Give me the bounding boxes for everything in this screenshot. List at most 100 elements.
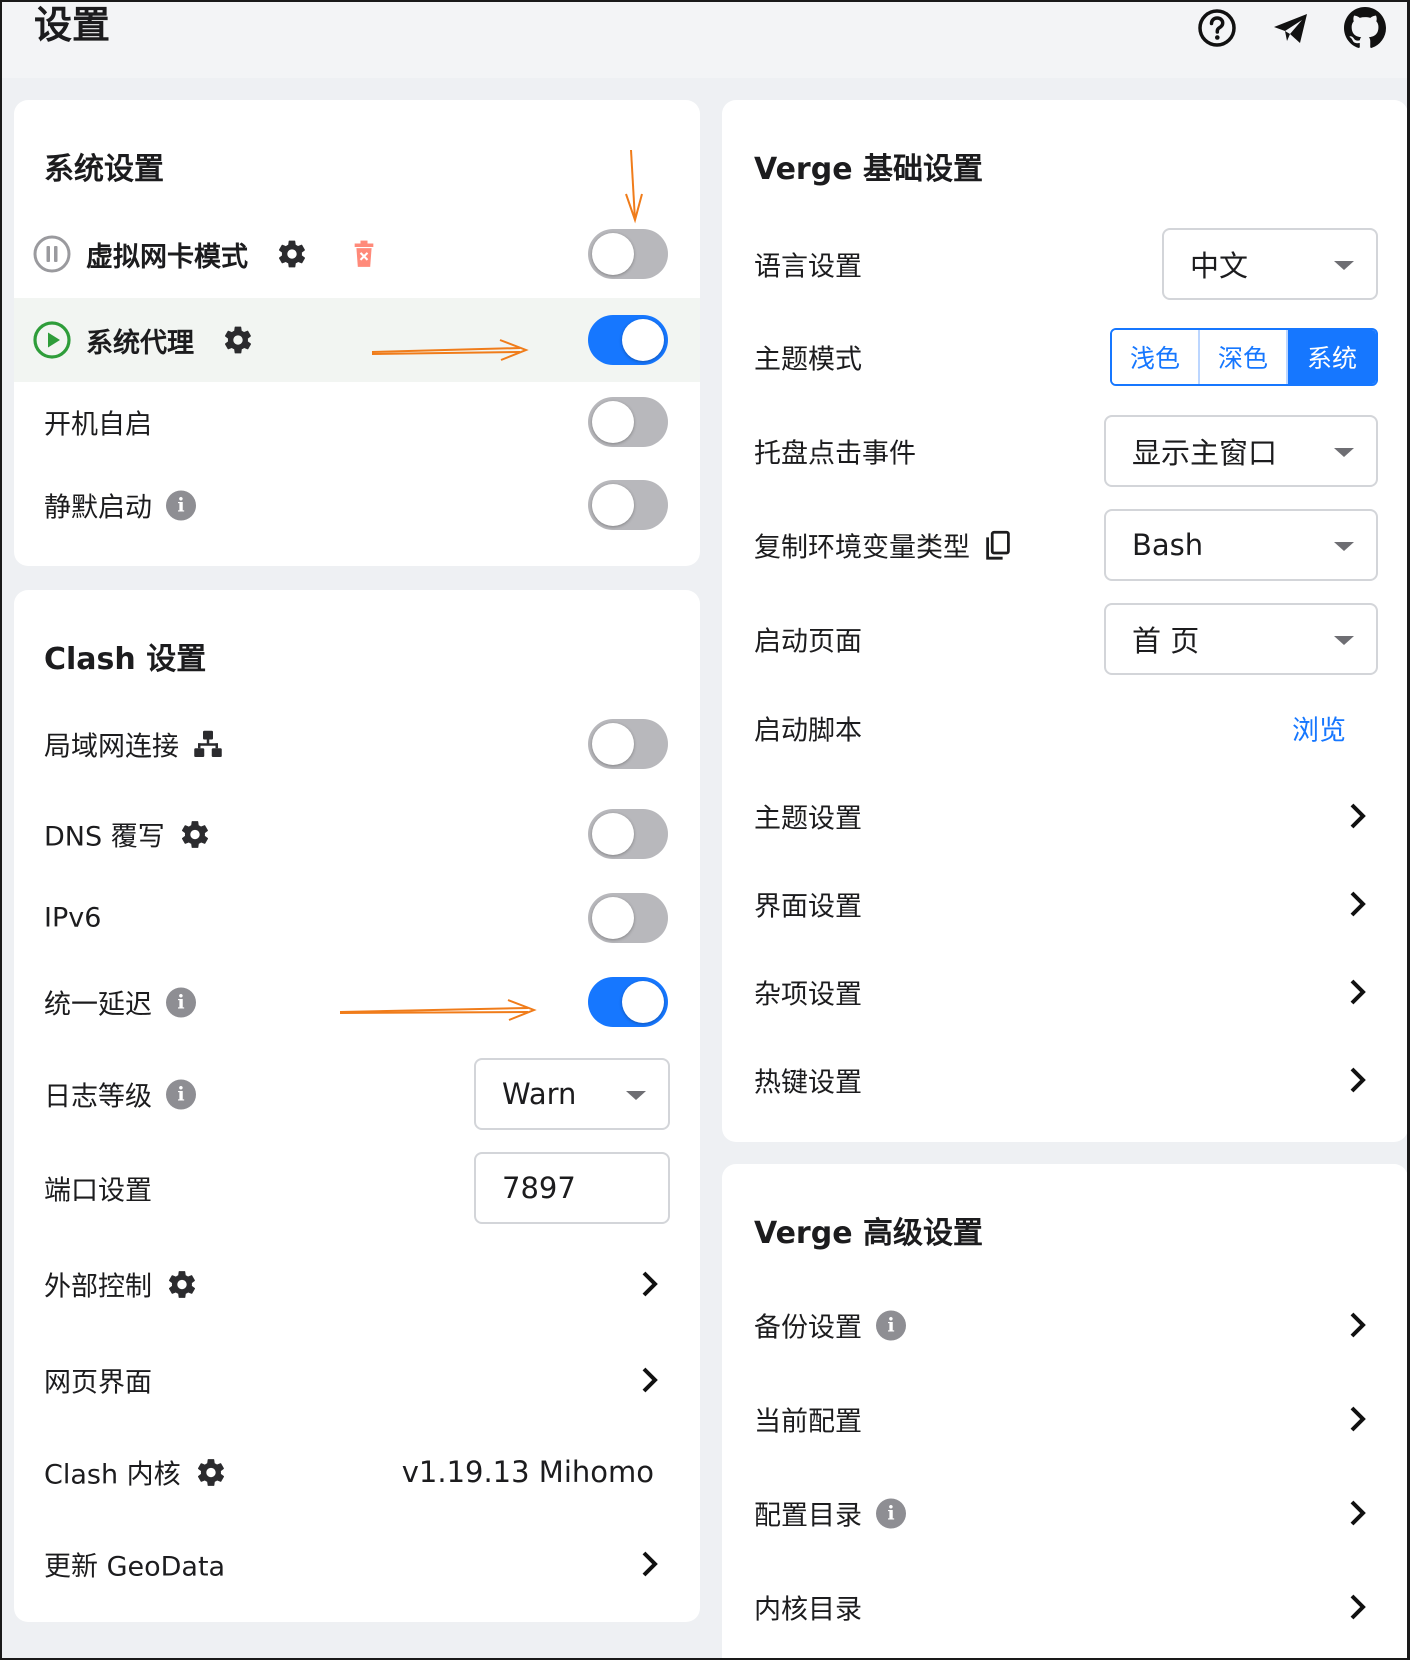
silent-start-switch[interactable]	[588, 480, 668, 530]
web-ui-row[interactable]: 网页界面	[14, 1340, 700, 1420]
language-label: 语言设置	[754, 251, 862, 283]
card-title: Verge 基础设置	[754, 152, 983, 187]
browse-button[interactable]: 浏览	[1292, 709, 1346, 748]
card-title: Verge 高级设置	[754, 1216, 983, 1251]
caret-down-icon	[1334, 542, 1354, 551]
ipv6-switch[interactable]	[588, 893, 668, 943]
misc-settings-row[interactable]: 杂项设置	[722, 948, 1407, 1036]
dns-override-switch[interactable]	[588, 809, 668, 859]
telegram-icon[interactable]	[1269, 6, 1313, 50]
theme-settings-row[interactable]: 主题设置	[722, 772, 1407, 860]
gear-icon[interactable]	[179, 818, 211, 850]
copy-env-row: 复制环境变量类型 Bash	[722, 498, 1407, 592]
misc-settings-label: 杂项设置	[754, 979, 862, 1011]
auto-launch-switch[interactable]	[588, 397, 668, 447]
theme-mode-segmented: 浅色 深色 系统	[1110, 328, 1378, 386]
github-icon[interactable]	[1343, 6, 1387, 50]
theme-system-button[interactable]: 系统	[1288, 330, 1376, 384]
external-control-label: 外部控制	[44, 1271, 152, 1303]
start-page-select[interactable]: 首 页	[1104, 603, 1378, 675]
unified-delay-switch[interactable]	[588, 977, 668, 1027]
card-title: Clash 设置	[44, 642, 207, 677]
pause-circle-icon[interactable]	[32, 234, 72, 274]
gear-icon[interactable]	[222, 324, 254, 356]
language-value: 中文	[1190, 249, 1249, 283]
tray-click-select[interactable]: 显示主窗口	[1104, 415, 1378, 487]
dns-override-label: DNS 覆写	[44, 821, 165, 853]
caret-down-icon	[1334, 636, 1354, 645]
layout-settings-row[interactable]: 界面设置	[722, 860, 1407, 948]
allow-lan-switch[interactable]	[588, 719, 668, 769]
network-icon[interactable]	[193, 729, 223, 759]
clash-core-label: Clash 内核	[44, 1459, 181, 1491]
hotkey-settings-row[interactable]: 热键设置	[722, 1036, 1407, 1124]
allow-lan-label: 局域网连接	[44, 731, 179, 763]
theme-mode-row: 主题模式 浅色 深色 系统	[722, 310, 1407, 404]
theme-dark-button[interactable]: 深色	[1200, 330, 1288, 384]
card-title: 系统设置	[44, 152, 164, 187]
chevron-right-icon	[1350, 1500, 1366, 1526]
settings-window: 设置 系统设置 虚拟网卡模式 系统代理 开机自启 静默启动 i Clash 设置…	[0, 0, 1410, 1660]
log-level-select[interactable]: Warn	[474, 1058, 670, 1130]
current-config-label: 当前配置	[754, 1406, 862, 1438]
startup-script-row: 启动脚本 浏览	[722, 686, 1407, 770]
core-dir-label: 内核目录	[754, 1594, 862, 1626]
port-row: 端口设置 7897	[14, 1148, 700, 1228]
log-level-row: 日志等级 i Warn	[14, 1054, 700, 1134]
copy-env-select[interactable]: Bash	[1104, 509, 1378, 581]
play-circle-icon[interactable]	[32, 320, 72, 360]
language-select[interactable]: 中文	[1162, 228, 1378, 300]
port-input[interactable]: 7897	[474, 1152, 670, 1224]
update-geodata-label: 更新 GeoData	[44, 1551, 226, 1583]
theme-settings-label: 主题设置	[754, 803, 862, 835]
gear-icon[interactable]	[166, 1268, 198, 1300]
chevron-right-icon	[1350, 891, 1366, 917]
gear-icon[interactable]	[195, 1456, 227, 1488]
chevron-right-icon	[642, 1271, 658, 1297]
info-icon[interactable]: i	[166, 987, 196, 1017]
core-dir-row[interactable]: 内核目录	[722, 1560, 1407, 1654]
clash-core-version: v1.19.13 Mihomo	[401, 1455, 654, 1489]
config-dir-row[interactable]: 配置目录 i	[722, 1466, 1407, 1560]
chevron-right-icon	[1350, 979, 1366, 1005]
auto-launch-label: 开机自启	[44, 409, 152, 441]
allow-lan-row: 局域网连接	[14, 704, 700, 784]
hotkey-settings-label: 热键设置	[754, 1067, 862, 1099]
theme-light-button[interactable]: 浅色	[1112, 330, 1200, 384]
chevron-right-icon	[1350, 1067, 1366, 1093]
info-icon[interactable]: i	[876, 1498, 906, 1528]
info-icon[interactable]: i	[166, 490, 196, 520]
update-geodata-row[interactable]: 更新 GeoData	[14, 1524, 700, 1604]
verge-advanced-card: Verge 高级设置 备份设置 i 当前配置 配置目录 i 内核目录	[722, 1164, 1407, 1658]
start-page-value: 首 页	[1132, 624, 1200, 658]
chevron-right-icon	[1350, 1312, 1366, 1338]
tun-mode-switch[interactable]	[588, 229, 668, 279]
config-dir-label: 配置目录	[754, 1500, 862, 1532]
copy-env-label: 复制环境变量类型	[754, 532, 970, 564]
gear-icon[interactable]	[276, 238, 308, 270]
start-page-label: 启动页面	[754, 626, 862, 658]
chevron-right-icon	[1350, 803, 1366, 829]
theme-mode-label: 主题模式	[754, 344, 862, 376]
help-icon[interactable]	[1195, 6, 1239, 50]
log-level-value: Warn	[502, 1077, 577, 1111]
start-page-row: 启动页面 首 页	[722, 592, 1407, 686]
tray-click-label: 托盘点击事件	[754, 438, 916, 470]
copy-icon[interactable]	[984, 530, 1012, 560]
tray-click-value: 显示主窗口	[1132, 436, 1278, 470]
info-icon[interactable]: i	[876, 1310, 906, 1340]
system-proxy-label: 系统代理	[86, 327, 194, 359]
external-control-row[interactable]: 外部控制	[14, 1244, 700, 1324]
header-actions	[1195, 6, 1387, 50]
silent-start-row: 静默启动 i	[14, 465, 700, 545]
info-icon[interactable]: i	[166, 1079, 196, 1109]
ipv6-row: IPv6	[14, 878, 700, 958]
system-proxy-switch[interactable]	[588, 315, 668, 365]
chevron-right-icon	[1350, 1594, 1366, 1620]
caret-down-icon	[1334, 261, 1354, 270]
current-config-row[interactable]: 当前配置	[722, 1372, 1407, 1466]
auto-launch-row: 开机自启	[14, 382, 700, 462]
dns-override-row: DNS 覆写	[14, 794, 700, 874]
backup-row[interactable]: 备份设置 i	[722, 1278, 1407, 1372]
trash-icon[interactable]	[352, 240, 376, 268]
